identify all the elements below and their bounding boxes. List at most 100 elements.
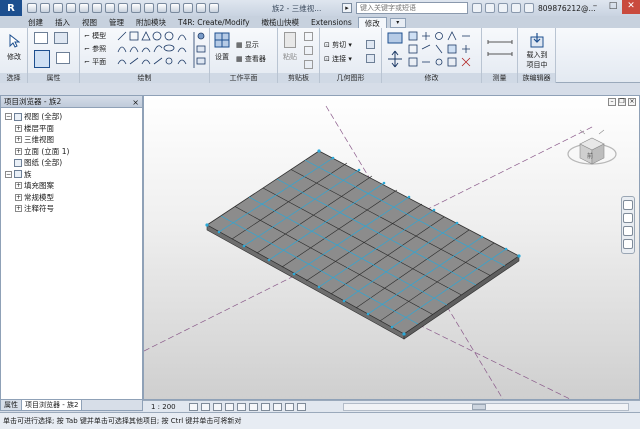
tab-2[interactable]: 视图 (76, 17, 103, 28)
reference-button[interactable]: ⌐ 参照 (84, 44, 106, 54)
plane-button[interactable]: ⌐ 平面 (84, 57, 106, 67)
cut-button[interactable]: ⊡ 剪切 ▾ (324, 40, 352, 50)
show-button[interactable]: ▦ 显示 (236, 40, 259, 50)
close-button[interactable]: ✕ (622, 0, 640, 14)
title-dropdown-icon[interactable]: ▸ (342, 3, 352, 13)
geometry-tool-2-icon[interactable] (366, 54, 375, 63)
tab-7[interactable]: Extensions (305, 17, 358, 28)
undo-icon[interactable] (53, 3, 63, 13)
zoom-icon[interactable] (623, 213, 633, 223)
tree-item[interactable]: + 楼层平面 (1, 123, 142, 135)
tab-5[interactable]: T4R: Create/Modify (172, 17, 256, 28)
ribbon-toggle-icon[interactable]: ▾ (389, 18, 406, 28)
expand-toggle-icon[interactable]: + (15, 136, 22, 144)
tab-8[interactable]: 修改 (357, 17, 387, 28)
paste-button[interactable]: 粘贴 (280, 52, 300, 62)
viewer-button[interactable]: ▦ 查看器 (236, 54, 266, 64)
modify-tools-grid[interactable] (408, 31, 478, 71)
measure-tools-icon[interactable] (486, 36, 514, 64)
orbit-icon[interactable] (623, 239, 633, 249)
print-icon[interactable] (79, 3, 89, 13)
tree-item[interactable]: + 立面 (立面 1) (1, 146, 142, 158)
panel-modify-label[interactable]: 修改 (382, 73, 481, 83)
horizontal-scrollbar[interactable] (343, 403, 629, 411)
steering-wheel-icon[interactable] (623, 200, 633, 210)
qat-dropdown-icon[interactable] (209, 3, 219, 13)
expand-toggle-icon[interactable]: + (15, 182, 22, 190)
panel-draw-label[interactable]: 绘制 (80, 73, 209, 83)
show-crop-icon[interactable] (261, 402, 270, 411)
tree-item[interactable]: − 视图 (全部) (1, 111, 142, 123)
reveal-hidden-icon[interactable] (297, 402, 306, 411)
view-scale[interactable]: 1 : 200 (143, 403, 189, 411)
dimension-icon[interactable] (105, 3, 115, 13)
tree-item[interactable]: + 三维视图 (1, 134, 142, 146)
maximize-button[interactable]: □ (604, 0, 622, 14)
shadows-icon[interactable] (225, 402, 234, 411)
binoculars-icon[interactable] (472, 3, 482, 13)
expand-toggle-icon[interactable]: − (5, 170, 12, 178)
viewcube-face-label[interactable]: 前 (587, 152, 593, 160)
section-icon[interactable] (157, 3, 167, 13)
draw-tools-grid[interactable] (116, 30, 208, 70)
family-category-icon[interactable] (54, 32, 68, 44)
properties-icon[interactable] (34, 50, 50, 68)
tab-4[interactable]: 附加模块 (130, 17, 172, 28)
tag-icon[interactable] (118, 3, 128, 13)
slab-top-face[interactable] (206, 150, 520, 335)
favorites-icon[interactable] (511, 3, 521, 13)
detail-level-icon[interactable] (189, 402, 198, 411)
match-type-icon[interactable] (304, 60, 313, 69)
panel-measure-label[interactable]: 测量 (482, 73, 517, 83)
model-geometry[interactable]: 前 (144, 96, 640, 400)
modify-button[interactable]: 修改 (2, 52, 26, 62)
measure-icon[interactable] (92, 3, 102, 13)
join-button[interactable]: ⊡ 连接 ▾ (324, 54, 352, 64)
temporary-hide-icon[interactable] (285, 402, 294, 411)
switch-windows-icon[interactable] (196, 3, 206, 13)
cut-clipboard-icon[interactable] (304, 46, 313, 55)
visual-style-icon[interactable] (201, 402, 210, 411)
minimize-button[interactable]: – (586, 0, 604, 14)
expand-toggle-icon[interactable]: + (15, 147, 22, 155)
unlock-view-icon[interactable] (273, 402, 282, 411)
close-icon[interactable]: × (132, 97, 139, 109)
tree-item[interactable]: + 注释符号 (1, 203, 142, 215)
sun-path-icon[interactable] (213, 402, 222, 411)
tab-3[interactable]: 管理 (103, 17, 130, 28)
redo-icon[interactable] (66, 3, 76, 13)
pan-icon[interactable] (623, 226, 633, 236)
set-button[interactable]: 设置 (210, 52, 234, 62)
scrollbar-thumb[interactable] (472, 404, 486, 410)
align-icon[interactable] (386, 31, 404, 69)
geometry-tool-icon[interactable] (366, 40, 375, 49)
open-icon[interactable] (27, 3, 37, 13)
model-line-button[interactable]: ⌐ 模型 (84, 31, 106, 41)
communication-icon[interactable] (498, 3, 508, 13)
3d-viewport[interactable]: – ❐ × 前 (143, 95, 640, 400)
search-input[interactable] (356, 2, 468, 14)
expand-toggle-icon[interactable]: + (15, 124, 22, 132)
user-icon[interactable] (524, 3, 534, 13)
load-into-project-button[interactable]: 载入到 项目中 (518, 50, 556, 70)
expand-toggle-icon[interactable]: + (15, 193, 22, 201)
subscription-icon[interactable] (485, 3, 495, 13)
thin-lines-icon[interactable] (170, 3, 180, 13)
render-icon[interactable] (237, 402, 246, 411)
app-logo[interactable]: R (0, 0, 22, 16)
save-icon[interactable] (40, 3, 50, 13)
tab-1[interactable]: 插入 (49, 17, 76, 28)
browser-tab-0[interactable]: 属性 (1, 400, 22, 410)
3d-view-icon[interactable] (144, 3, 154, 13)
tree-item[interactable]: − 族 (1, 169, 142, 181)
type-properties-icon[interactable] (56, 52, 70, 64)
close-windows-icon[interactable] (183, 3, 193, 13)
text-icon[interactable] (131, 3, 141, 13)
tree-item[interactable]: + 填充图案 (1, 180, 142, 192)
family-types-icon[interactable] (34, 32, 48, 44)
tab-0[interactable]: 创建 (22, 17, 49, 28)
tree-item[interactable]: + 常规模型 (1, 192, 142, 204)
tab-6[interactable]: 橄榄山快模 (256, 17, 306, 28)
expand-toggle-icon[interactable]: + (15, 205, 22, 213)
tree-item[interactable]: 图纸 (全部) (1, 157, 142, 169)
